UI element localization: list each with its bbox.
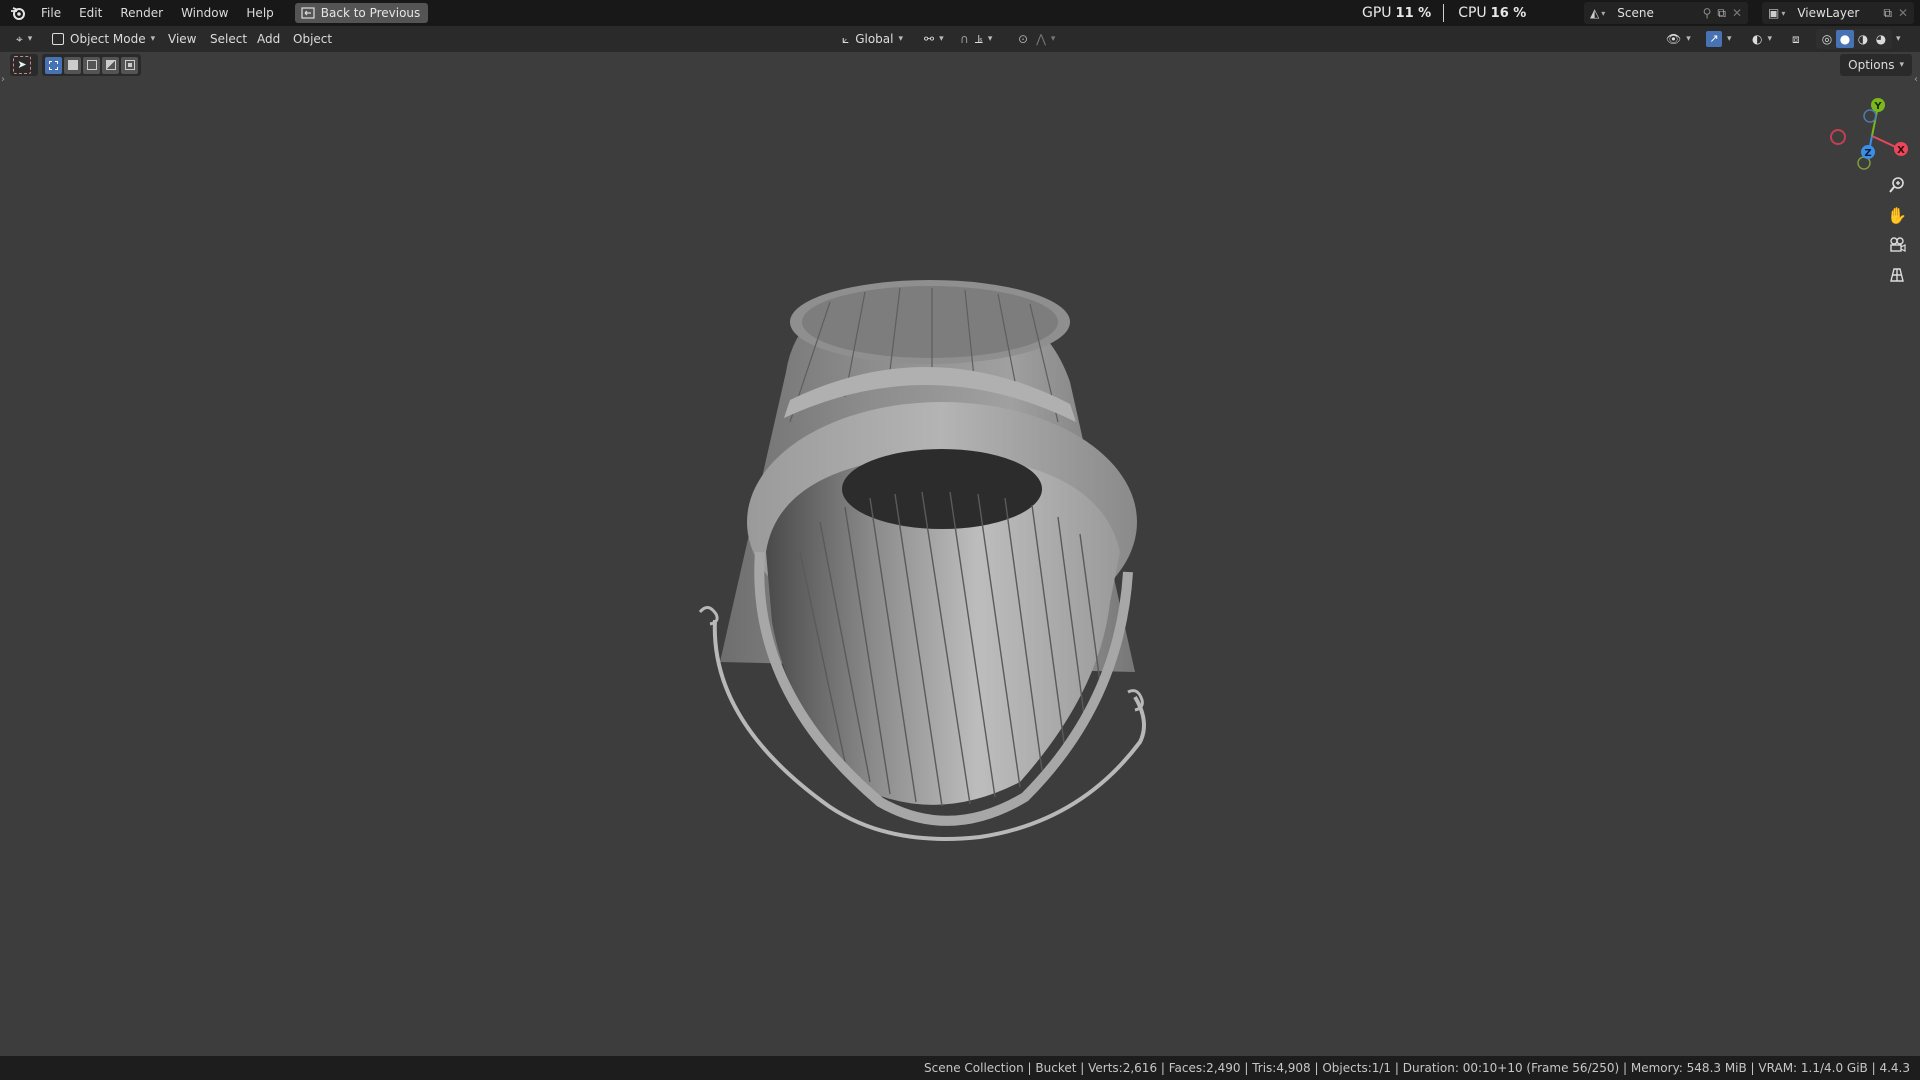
menu-file[interactable]: File <box>32 2 70 24</box>
gizmo-neg-x-icon[interactable] <box>1830 129 1846 145</box>
options-label: Options <box>1848 58 1895 72</box>
delete-view-layer-icon[interactable]: ✕ <box>1898 6 1908 20</box>
ortho-toggle-button[interactable] <box>1884 262 1910 288</box>
select-new-icon[interactable] <box>45 56 62 74</box>
object-mode-dropdown[interactable]: Object Mode ▾ <box>46 29 162 49</box>
falloff-icon: ⋀ <box>1036 32 1046 46</box>
menu-select[interactable]: Select <box>210 29 247 49</box>
back-to-previous-button[interactable]: Back to Previous <box>294 3 429 23</box>
proportional-edit-icon: ⊙ <box>1018 32 1029 46</box>
selection-mode-group <box>42 54 141 76</box>
gpu-label: GPU <box>1362 5 1392 21</box>
select-intersect-icon[interactable] <box>121 56 138 74</box>
xray-toggle[interactable]: ⧈ <box>1792 29 1800 49</box>
menu-edit[interactable]: Edit <box>70 2 111 24</box>
pivot-icon: ⚯ <box>924 32 935 46</box>
overlays-toggle[interactable]: ◐ ▾ <box>1746 29 1778 49</box>
new-view-layer-icon[interactable]: ⧉ <box>1883 6 1892 21</box>
gizmo-toggle[interactable]: ↗ ▾ <box>1700 29 1738 49</box>
overlay-icon: ◐ <box>1752 32 1763 46</box>
gpu-value: 11 % <box>1395 5 1432 21</box>
menu-add[interactable]: Add <box>257 29 280 49</box>
options-dropdown[interactable]: Options ▾ <box>1840 54 1912 76</box>
menu-render[interactable]: Render <box>111 2 172 24</box>
material-shading-icon[interactable]: ◑ <box>1854 32 1872 46</box>
editor-type-icon: ⌖ <box>16 31 23 46</box>
back-icon <box>301 7 315 19</box>
gizmo-x-label: X <box>1897 145 1905 156</box>
status-bar: Scene Collection | Bucket | Verts:2,616 … <box>0 1056 1920 1080</box>
select-tool-icon: ➤ <box>13 56 31 74</box>
cpu-value: 16 % <box>1490 5 1527 21</box>
menu-window[interactable]: Window <box>172 2 237 24</box>
active-tool[interactable]: ➤ <box>10 54 38 76</box>
menu-help[interactable]: Help <box>237 2 282 24</box>
rendered-shading-icon[interactable]: ◕ <box>1872 32 1890 46</box>
navigation-gizmo[interactable]: Y X Z <box>1820 90 1920 170</box>
blender-logo-icon[interactable] <box>4 2 32 24</box>
transform-orientation-icon: ⟀ <box>842 31 850 46</box>
status-bar-text: Scene Collection | Bucket | Verts:2,616 … <box>923 1061 1910 1075</box>
pivot-point-dropdown[interactable]: ⚯ ▾ <box>918 29 950 49</box>
pan-button[interactable]: ✋ <box>1884 202 1910 228</box>
camera-view-button[interactable] <box>1884 232 1910 258</box>
view-layer-name: ViewLayer <box>1797 6 1860 20</box>
xray-icon: ⧈ <box>1792 31 1800 46</box>
bucket-model[interactable] <box>680 222 1160 902</box>
select-invert-icon[interactable] <box>102 56 119 74</box>
transform-orientation-dropdown[interactable]: ⟀ Global ▾ <box>836 29 909 49</box>
scene-icon: ◭ <box>1590 6 1600 20</box>
viewport-header: ⌖ ▾ Object Mode ▾ View Select Add Object ⟀… <box>0 26 1920 52</box>
scene-name: Scene <box>1617 6 1654 20</box>
gizmo-z-label: Z <box>1864 148 1871 159</box>
menu-object[interactable]: Object <box>293 29 332 49</box>
wireframe-shading-icon[interactable]: ◎ <box>1818 32 1836 46</box>
visibility-icon: 👁 <box>1666 32 1682 46</box>
gizmo-icon: ↗ <box>1706 31 1722 47</box>
grid-icon <box>1890 268 1904 282</box>
stats-divider <box>1443 4 1445 22</box>
view-layer-selector[interactable]: ▣ ▾ ViewLayer ⧉ ✕ <box>1762 2 1914 24</box>
resource-stats: GPU 11 % CPU 16 % <box>1362 0 1526 26</box>
proportional-edit-dropdown[interactable]: ⊙ ⋀ ▾ <box>1012 29 1061 49</box>
toolbar-expand-arrow[interactable]: › <box>1 74 5 85</box>
camera-icon <box>1890 237 1906 252</box>
select-extend-icon[interactable] <box>64 56 81 74</box>
select-subtract-icon[interactable] <box>83 56 100 74</box>
sidebar-expand-arrow[interactable]: ‹ <box>1914 74 1918 85</box>
zoom-icon <box>1889 177 1904 193</box>
pin-icon[interactable]: ⚲ <box>1703 6 1712 20</box>
snap-icon: ∩ <box>960 32 969 46</box>
cpu-label: CPU <box>1458 5 1487 21</box>
scene-selector[interactable]: ◭ ▾ Scene ⚲ ⧉ ✕ <box>1584 2 1748 24</box>
snap-dropdown[interactable]: ∩ ⫡ ▾ <box>954 29 998 49</box>
3d-viewport[interactable]: ➤ Options ▾ › ‹ Y X Z ✋ <box>0 52 1920 1056</box>
solid-shading-icon[interactable]: ● <box>1836 30 1854 48</box>
new-scene-icon[interactable]: ⧉ <box>1717 6 1726 21</box>
delete-scene-icon[interactable]: ✕ <box>1732 6 1742 20</box>
zoom-button[interactable] <box>1884 172 1910 198</box>
editor-type-dropdown[interactable]: ⌖ ▾ <box>10 29 38 49</box>
gizmo-y-label: Y <box>1873 101 1882 112</box>
visibility-dropdown[interactable]: 👁 ▾ <box>1660 29 1697 49</box>
snap-target-icon: ⫡ <box>974 31 983 46</box>
top-bar: File Edit Render Window Help Back to Pre… <box>0 0 1920 26</box>
view-layer-icon: ▣ <box>1768 6 1780 20</box>
shading-options-dropdown[interactable]: ▾ <box>1896 29 1901 49</box>
menu-view[interactable]: View <box>168 29 196 49</box>
shading-mode-group: ◎ ● ◑ ◕ <box>1816 29 1892 49</box>
object-mode-icon <box>52 33 64 45</box>
orientation-label: Global <box>855 32 894 46</box>
pan-hand-icon: ✋ <box>1887 205 1907 225</box>
object-mode-label: Object Mode <box>70 32 146 46</box>
back-to-previous-label: Back to Previous <box>320 6 421 20</box>
